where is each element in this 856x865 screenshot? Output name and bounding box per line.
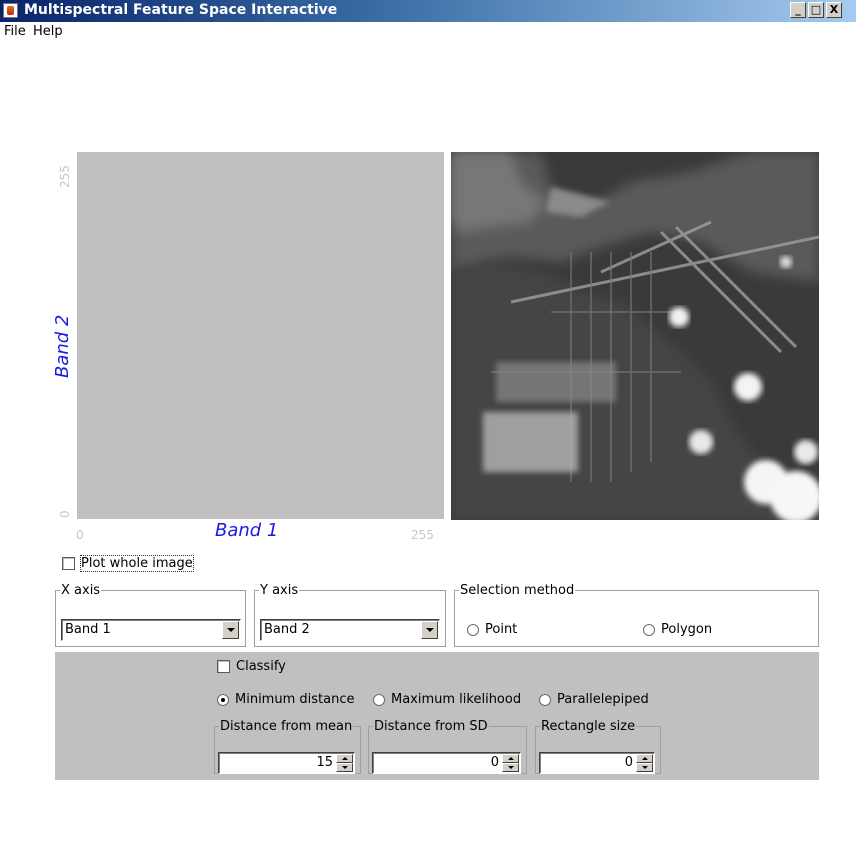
java-app-icon (3, 3, 18, 18)
chevron-down-icon[interactable] (222, 621, 239, 639)
title-bar: Multispectral Feature Space Interactive … (0, 0, 856, 22)
parallelepiped-label: Parallelepiped (557, 692, 649, 707)
rectangle-size-value: 0 (624, 755, 633, 770)
distance-from-mean-legend: Distance from mean (220, 719, 353, 734)
distance-from-sd-legend: Distance from SD (374, 719, 488, 734)
x-axis-select[interactable]: Band 1 (61, 619, 241, 641)
distance-from-mean-value: 15 (316, 755, 333, 770)
maximum-likelihood-label: Maximum likelihood (391, 692, 522, 707)
selection-polygon-label: Polygon (661, 622, 713, 637)
spinner-arrows-icon[interactable] (336, 754, 353, 772)
x-axis-group: X axis Band 1 (55, 583, 246, 647)
y-axis-legend: Y axis (260, 583, 299, 598)
method-parallelepiped-option[interactable]: Parallelepiped (539, 692, 649, 707)
spinner-down-icon[interactable] (502, 763, 519, 772)
x-axis-selected: Band 1 (65, 622, 111, 637)
selection-method-group: Selection method Point Polygon (454, 583, 819, 647)
spinner-arrows-icon[interactable] (502, 754, 519, 772)
chevron-down-icon[interactable] (421, 621, 438, 639)
maximum-likelihood-radio[interactable] (373, 693, 385, 706)
rectangle-size-spinner[interactable]: 0 (539, 752, 655, 774)
minimum-distance-radio[interactable] (217, 693, 229, 706)
classify-panel: Classify Minimum distance Maximum likeli… (55, 652, 819, 780)
spinner-arrows-icon[interactable] (636, 754, 653, 772)
classify-label: Classify (236, 659, 286, 674)
spinner-up-icon[interactable] (336, 754, 353, 763)
distance-from-sd-value: 0 (490, 755, 499, 770)
spinner-up-icon[interactable] (502, 754, 519, 763)
parallelepiped-radio[interactable] (539, 693, 551, 706)
method-minimum-distance-option[interactable]: Minimum distance (217, 692, 354, 707)
x-tick-max: 255 (411, 528, 434, 542)
distance-from-mean-group: Distance from mean 15 (214, 719, 361, 774)
x-axis-legend: X axis (61, 583, 101, 598)
distance-from-mean-spinner[interactable]: 15 (218, 752, 355, 774)
plot-whole-image-label: Plot whole image (80, 555, 194, 572)
classify-checkbox[interactable] (217, 660, 230, 673)
selection-point-label: Point (485, 622, 518, 637)
menu-help[interactable]: Help (33, 24, 63, 39)
close-button[interactable]: X (826, 2, 842, 18)
selection-polygon-radio[interactable] (643, 623, 655, 636)
feature-space-plot[interactable] (77, 152, 444, 519)
selection-point-option[interactable]: Point (467, 622, 517, 637)
y-axis-select[interactable]: Band 2 (260, 619, 440, 641)
spinner-down-icon[interactable] (636, 763, 653, 772)
menu-bar: File Help (0, 22, 856, 42)
y-axis-selected: Band 2 (264, 622, 310, 637)
selection-method-legend: Selection method (460, 583, 575, 598)
y-axis-group: Y axis Band 2 (254, 583, 446, 647)
minimum-distance-label: Minimum distance (235, 692, 355, 707)
method-maximum-likelihood-option[interactable]: Maximum likelihood (373, 692, 521, 707)
spinner-up-icon[interactable] (636, 754, 653, 763)
x-tick-min: 0 (76, 528, 84, 542)
rectangle-size-legend: Rectangle size (541, 719, 636, 734)
spinner-down-icon[interactable] (336, 763, 353, 772)
satellite-image-drawing (451, 152, 819, 520)
y-tick-max: 255 (58, 165, 72, 188)
satellite-image[interactable] (451, 152, 819, 520)
y-axis-label: Band 2 (52, 314, 73, 378)
rectangle-size-group: Rectangle size 0 (535, 719, 661, 774)
y-tick-min: 0 (58, 510, 72, 518)
distance-from-sd-group: Distance from SD 0 (368, 719, 527, 774)
window-title: Multispectral Feature Space Interactive (24, 2, 338, 18)
minimize-button[interactable]: _ (790, 2, 806, 18)
classify-option[interactable]: Classify (217, 659, 286, 674)
distance-from-sd-spinner[interactable]: 0 (372, 752, 521, 774)
menu-file[interactable]: File (4, 24, 26, 39)
plot-whole-image-checkbox[interactable] (62, 557, 75, 570)
selection-polygon-option[interactable]: Polygon (643, 622, 712, 637)
selection-point-radio[interactable] (467, 623, 479, 636)
plot-whole-image-option[interactable]: Plot whole image (62, 555, 194, 572)
x-axis-label: Band 1 (215, 520, 279, 541)
maximize-button[interactable]: □ (808, 2, 824, 18)
